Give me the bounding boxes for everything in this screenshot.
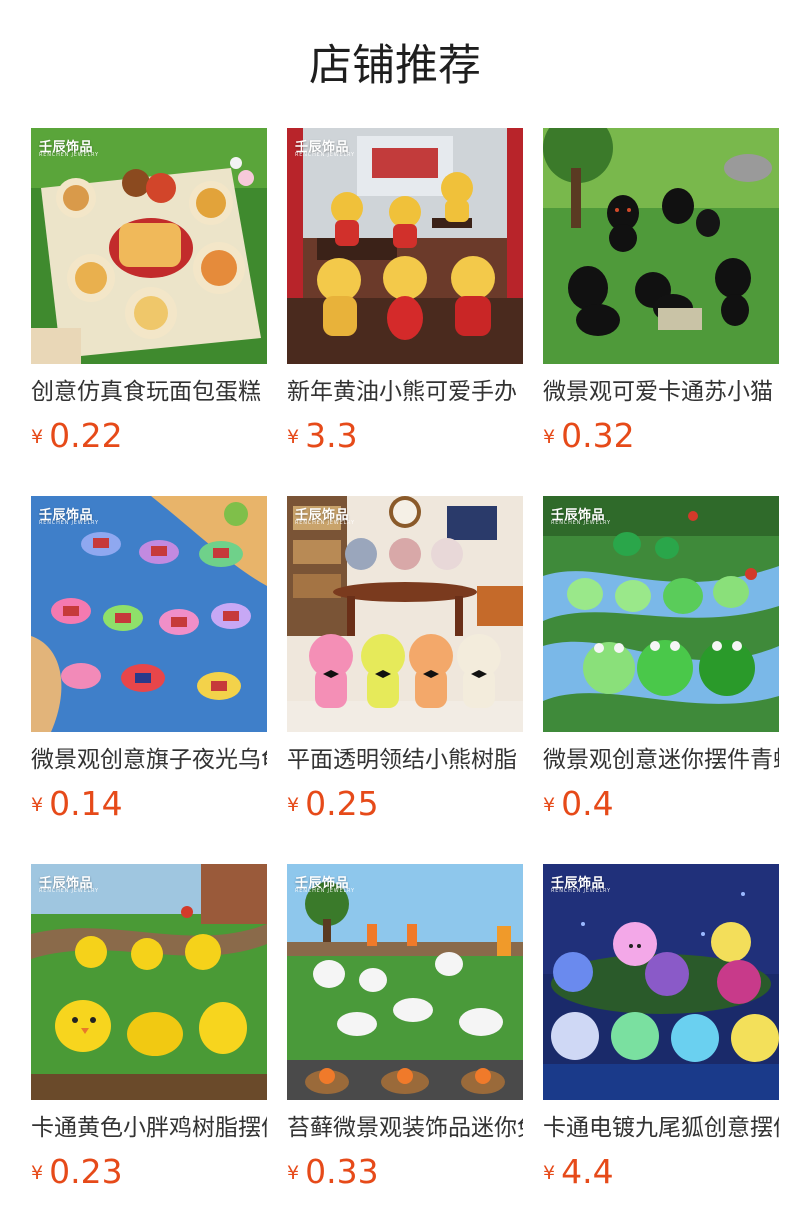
product-price: ¥0.4 (543, 784, 614, 824)
currency-symbol: ¥ (543, 426, 556, 448)
product-price: ¥0.23 (31, 1152, 123, 1192)
frog-figurines-image[interactable]: 壬辰饰品 RENCHEN JEWELRY (543, 496, 779, 732)
brand-subtitle: RENCHEN JEWELRY (39, 152, 99, 158)
black-cat-figurines-image[interactable] (543, 128, 779, 364)
currency-symbol: ¥ (31, 1162, 44, 1184)
currency-symbol: ¥ (543, 1162, 556, 1184)
page-title: 店铺推荐 (309, 41, 481, 91)
product-price: ¥0.32 (543, 416, 635, 456)
product-card[interactable]: 壬辰饰品 RENCHEN JEWELRY 微景观创意迷你摆件青蛙 ¥0.4 (543, 496, 779, 836)
product-price: ¥3.3 (287, 416, 358, 456)
product-card[interactable]: 壬辰饰品 RENCHEN JEWELRY 创意仿真食玩面包蛋糕 ¥0.22 (31, 128, 267, 468)
product-card[interactable]: 壬辰饰品 RENCHEN JEWELRY 苔藓微景观装饰品迷你兔 ¥0.33 (287, 864, 523, 1204)
product-name[interactable]: 微景观创意旗子夜光乌龟 (31, 744, 267, 776)
currency-symbol: ¥ (287, 1162, 300, 1184)
product-name[interactable]: 微景观创意迷你摆件青蛙 (543, 744, 779, 776)
currency-symbol: ¥ (31, 426, 44, 448)
brand-subtitle: RENCHEN JEWELRY (39, 888, 99, 894)
brand-subtitle: RENCHEN JEWELRY (551, 520, 611, 526)
price-amount: 0.23 (49, 1152, 123, 1191)
price-amount: 0.14 (49, 784, 123, 823)
price-amount: 3.3 (305, 416, 358, 455)
product-price: ¥0.25 (287, 784, 379, 824)
product-name[interactable]: 苔藓微景观装饰品迷你兔 (287, 1112, 523, 1144)
brand-subtitle: RENCHEN JEWELRY (551, 888, 611, 894)
bear-figurines-image[interactable]: 壬辰饰品 RENCHEN JEWELRY (287, 128, 523, 364)
brand-subtitle: RENCHEN JEWELRY (295, 520, 355, 526)
price-amount: 0.25 (305, 784, 379, 823)
brand-subtitle: RENCHEN JEWELRY (295, 888, 355, 894)
product-name[interactable]: 新年黄油小熊可爱手办 (287, 376, 523, 408)
product-card[interactable]: 壬辰饰品 RENCHEN JEWELRY 微景观创意旗子夜光乌龟 ¥0.14 (31, 496, 267, 836)
product-card[interactable]: 壬辰饰品 RENCHEN JEWELRY 新年黄油小熊可爱手办 ¥3.3 (287, 128, 523, 468)
currency-symbol: ¥ (31, 794, 44, 816)
brand-subtitle: RENCHEN JEWELRY (39, 520, 99, 526)
rabbit-figurines-image[interactable]: 壬辰饰品 RENCHEN JEWELRY (287, 864, 523, 1100)
flag-turtle-figurines-image[interactable]: 壬辰饰品 RENCHEN JEWELRY (31, 496, 267, 732)
product-price: ¥0.22 (31, 416, 123, 456)
product-name[interactable]: 卡通黄色小胖鸡树脂摆件 (31, 1112, 267, 1144)
product-price: ¥4.4 (543, 1152, 614, 1192)
price-amount: 0.33 (305, 1152, 379, 1191)
food-figurines-image[interactable]: 壬辰饰品 RENCHEN JEWELRY (31, 128, 267, 364)
price-amount: 0.22 (49, 416, 123, 455)
product-name[interactable]: 平面透明领结小熊树脂 (287, 744, 523, 776)
product-name[interactable]: 微景观可爱卡通苏小猫 (543, 376, 779, 408)
price-amount: 4.4 (561, 1152, 614, 1191)
product-card[interactable]: 壬辰饰品 RENCHEN JEWELRY 平面透明领结小熊树脂 ¥0.25 (287, 496, 523, 836)
brand-subtitle: RENCHEN JEWELRY (295, 152, 355, 158)
product-card[interactable]: 壬辰饰品 RENCHEN JEWELRY 卡通黄色小胖鸡树脂摆件 ¥0.23 (31, 864, 267, 1204)
price-amount: 0.32 (561, 416, 635, 455)
currency-symbol: ¥ (543, 794, 556, 816)
price-amount: 0.4 (561, 784, 614, 823)
product-name[interactable]: 卡通电镀九尾狐创意摆件 (543, 1112, 779, 1144)
currency-symbol: ¥ (287, 426, 300, 448)
product-price: ¥0.33 (287, 1152, 379, 1192)
chick-figurines-image[interactable]: 壬辰饰品 RENCHEN JEWELRY (31, 864, 267, 1100)
product-name[interactable]: 创意仿真食玩面包蛋糕 (31, 376, 267, 408)
bowtie-bear-figurines-image[interactable]: 壬辰饰品 RENCHEN JEWELRY (287, 496, 523, 732)
fox-figurines-image[interactable]: 壬辰饰品 RENCHEN JEWELRY (543, 864, 779, 1100)
product-card[interactable]: 壬辰饰品 RENCHEN JEWELRY 卡通电镀九尾狐创意摆件 ¥4.4 (543, 864, 779, 1204)
product-price: ¥0.14 (31, 784, 123, 824)
product-card[interactable]: 微景观可爱卡通苏小猫 ¥0.32 (543, 128, 779, 468)
currency-symbol: ¥ (287, 794, 300, 816)
